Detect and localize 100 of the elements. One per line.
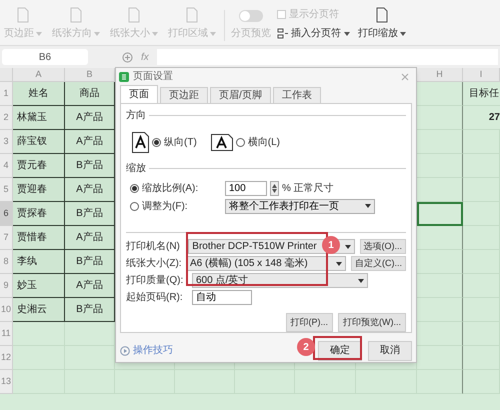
dropdown[interactable]: A6 (横幅) (105 x 148 毫米) bbox=[186, 256, 346, 272]
dialog-button[interactable]: 自定义(C)... bbox=[351, 256, 406, 272]
table-cell: B产品 bbox=[65, 298, 115, 322]
dialog-button[interactable]: 打印预览(W)... bbox=[338, 313, 406, 332]
row-header[interactable]: 4 bbox=[0, 154, 13, 178]
table-cell bbox=[463, 370, 500, 394]
table-cell bbox=[463, 298, 500, 322]
table-cell bbox=[13, 322, 65, 346]
function-symbol[interactable]: fx bbox=[139, 50, 151, 64]
table-cell: A产品 bbox=[65, 130, 115, 154]
table-cell: 商品 bbox=[65, 82, 115, 106]
table-cell bbox=[463, 274, 500, 298]
table-cell: 妙玉 bbox=[13, 274, 65, 298]
table-cell bbox=[463, 130, 500, 154]
table-cell bbox=[463, 154, 500, 178]
table-cell bbox=[463, 346, 500, 370]
column-header[interactable]: A bbox=[13, 68, 65, 82]
table-cell: 贾元春 bbox=[13, 154, 65, 178]
row-header[interactable]: 8 bbox=[0, 250, 13, 274]
tab[interactable]: 页眉/页脚 bbox=[210, 87, 271, 104]
selected-cell[interactable] bbox=[417, 202, 463, 226]
dialog-title: 页面设置 bbox=[133, 70, 173, 84]
checkbox-label: 显示分页符 bbox=[289, 8, 339, 22]
unit-label: % 正常尺寸 bbox=[282, 182, 334, 196]
document-icon bbox=[127, 7, 141, 23]
table-cell bbox=[463, 226, 500, 250]
column-header[interactable]: I bbox=[463, 68, 500, 82]
dialog-button[interactable]: 选项(O)... bbox=[360, 239, 406, 254]
row-header[interactable]: 7 bbox=[0, 226, 13, 250]
table-cell bbox=[235, 370, 295, 394]
dialog-button[interactable]: 打印(P)... bbox=[286, 313, 333, 332]
portrait-page-icon bbox=[132, 132, 149, 153]
page-break-icon bbox=[277, 28, 288, 39]
radio-button[interactable] bbox=[152, 138, 161, 147]
dialog-button[interactable]: 取消 bbox=[368, 340, 412, 361]
radio-button[interactable] bbox=[130, 202, 139, 211]
caret-icon bbox=[358, 278, 364, 283]
row-header[interactable]: 3 bbox=[0, 130, 13, 154]
caret-icon bbox=[152, 32, 158, 36]
table-cell: A产品 bbox=[65, 274, 115, 298]
number-field[interactable]: 100 bbox=[225, 180, 267, 196]
input-field[interactable]: 自动 bbox=[192, 290, 252, 306]
name-box[interactable]: B6 bbox=[2, 49, 88, 65]
table-cell: A产品 bbox=[65, 226, 115, 250]
toolbar-button[interactable]: 插入分页符 bbox=[277, 26, 350, 41]
spinner[interactable] bbox=[270, 180, 279, 196]
radio-label: 缩放比例(A): bbox=[142, 182, 200, 196]
row-header[interactable]: 1 bbox=[0, 82, 13, 106]
row-header[interactable]: 6 bbox=[0, 202, 13, 226]
field-label: 打印质量(Q): bbox=[126, 274, 184, 288]
app-icon bbox=[119, 72, 129, 82]
row-header[interactable]: 12 bbox=[0, 346, 13, 370]
document-icon bbox=[69, 7, 83, 23]
table-cell bbox=[417, 370, 463, 394]
table-cell bbox=[295, 370, 356, 394]
row-header[interactable]: 5 bbox=[0, 178, 13, 202]
table-cell: 27 bbox=[463, 106, 500, 130]
tips-link[interactable]: 操作技巧 bbox=[133, 343, 173, 358]
table-cell bbox=[463, 178, 500, 202]
table-cell: 李纨 bbox=[13, 250, 65, 274]
table-cell bbox=[463, 322, 500, 346]
tab[interactable]: 工作表 bbox=[272, 87, 321, 104]
table-cell: A产品 bbox=[65, 106, 115, 130]
row-header[interactable]: 11 bbox=[0, 322, 13, 346]
table-cell: 贾惜春 bbox=[13, 226, 65, 250]
field-label: 起始页码(R): bbox=[126, 290, 184, 306]
tab[interactable]: 页边距 bbox=[160, 87, 208, 104]
row-header[interactable]: 2 bbox=[0, 106, 13, 130]
table-cell: B产品 bbox=[65, 250, 115, 274]
table-cell bbox=[463, 202, 500, 226]
row-header[interactable]: 9 bbox=[0, 274, 13, 298]
document-icon bbox=[375, 7, 389, 23]
toolbar-button[interactable]: 打印缩放 bbox=[356, 7, 408, 41]
zoom-icon[interactable] bbox=[122, 52, 133, 62]
caret-icon bbox=[210, 32, 216, 36]
column-header[interactable]: B bbox=[65, 68, 115, 82]
dropdown[interactable]: 将整个工作表打印在一页 bbox=[225, 198, 375, 214]
caret-icon bbox=[344, 244, 350, 249]
radio-button[interactable] bbox=[236, 138, 245, 147]
table-cell bbox=[13, 370, 65, 394]
caret-icon bbox=[36, 32, 42, 36]
table-cell: 目标任 bbox=[463, 82, 500, 106]
table-cell bbox=[13, 346, 65, 370]
table-cell: B产品 bbox=[65, 202, 115, 226]
table-cell: 贾迎春 bbox=[13, 178, 65, 202]
play-icon bbox=[120, 346, 130, 356]
field-label: 打印机名(N) bbox=[126, 240, 181, 254]
radio-label: 横向(L) bbox=[248, 136, 280, 150]
document-icon bbox=[16, 7, 30, 23]
radio-button[interactable] bbox=[130, 184, 139, 193]
table-cell: 姓名 bbox=[13, 82, 65, 106]
table-cell: A产品 bbox=[65, 178, 115, 202]
column-header[interactable]: H bbox=[417, 68, 463, 82]
section-heading: 方向 bbox=[126, 108, 146, 124]
caret-icon bbox=[365, 204, 371, 208]
row-header[interactable]: 10 bbox=[0, 298, 13, 322]
tab[interactable]: 页面 bbox=[120, 85, 158, 104]
row-header[interactable]: 13 bbox=[0, 370, 13, 394]
caret-icon bbox=[336, 262, 342, 266]
table-cell: 史湘云 bbox=[13, 298, 65, 322]
